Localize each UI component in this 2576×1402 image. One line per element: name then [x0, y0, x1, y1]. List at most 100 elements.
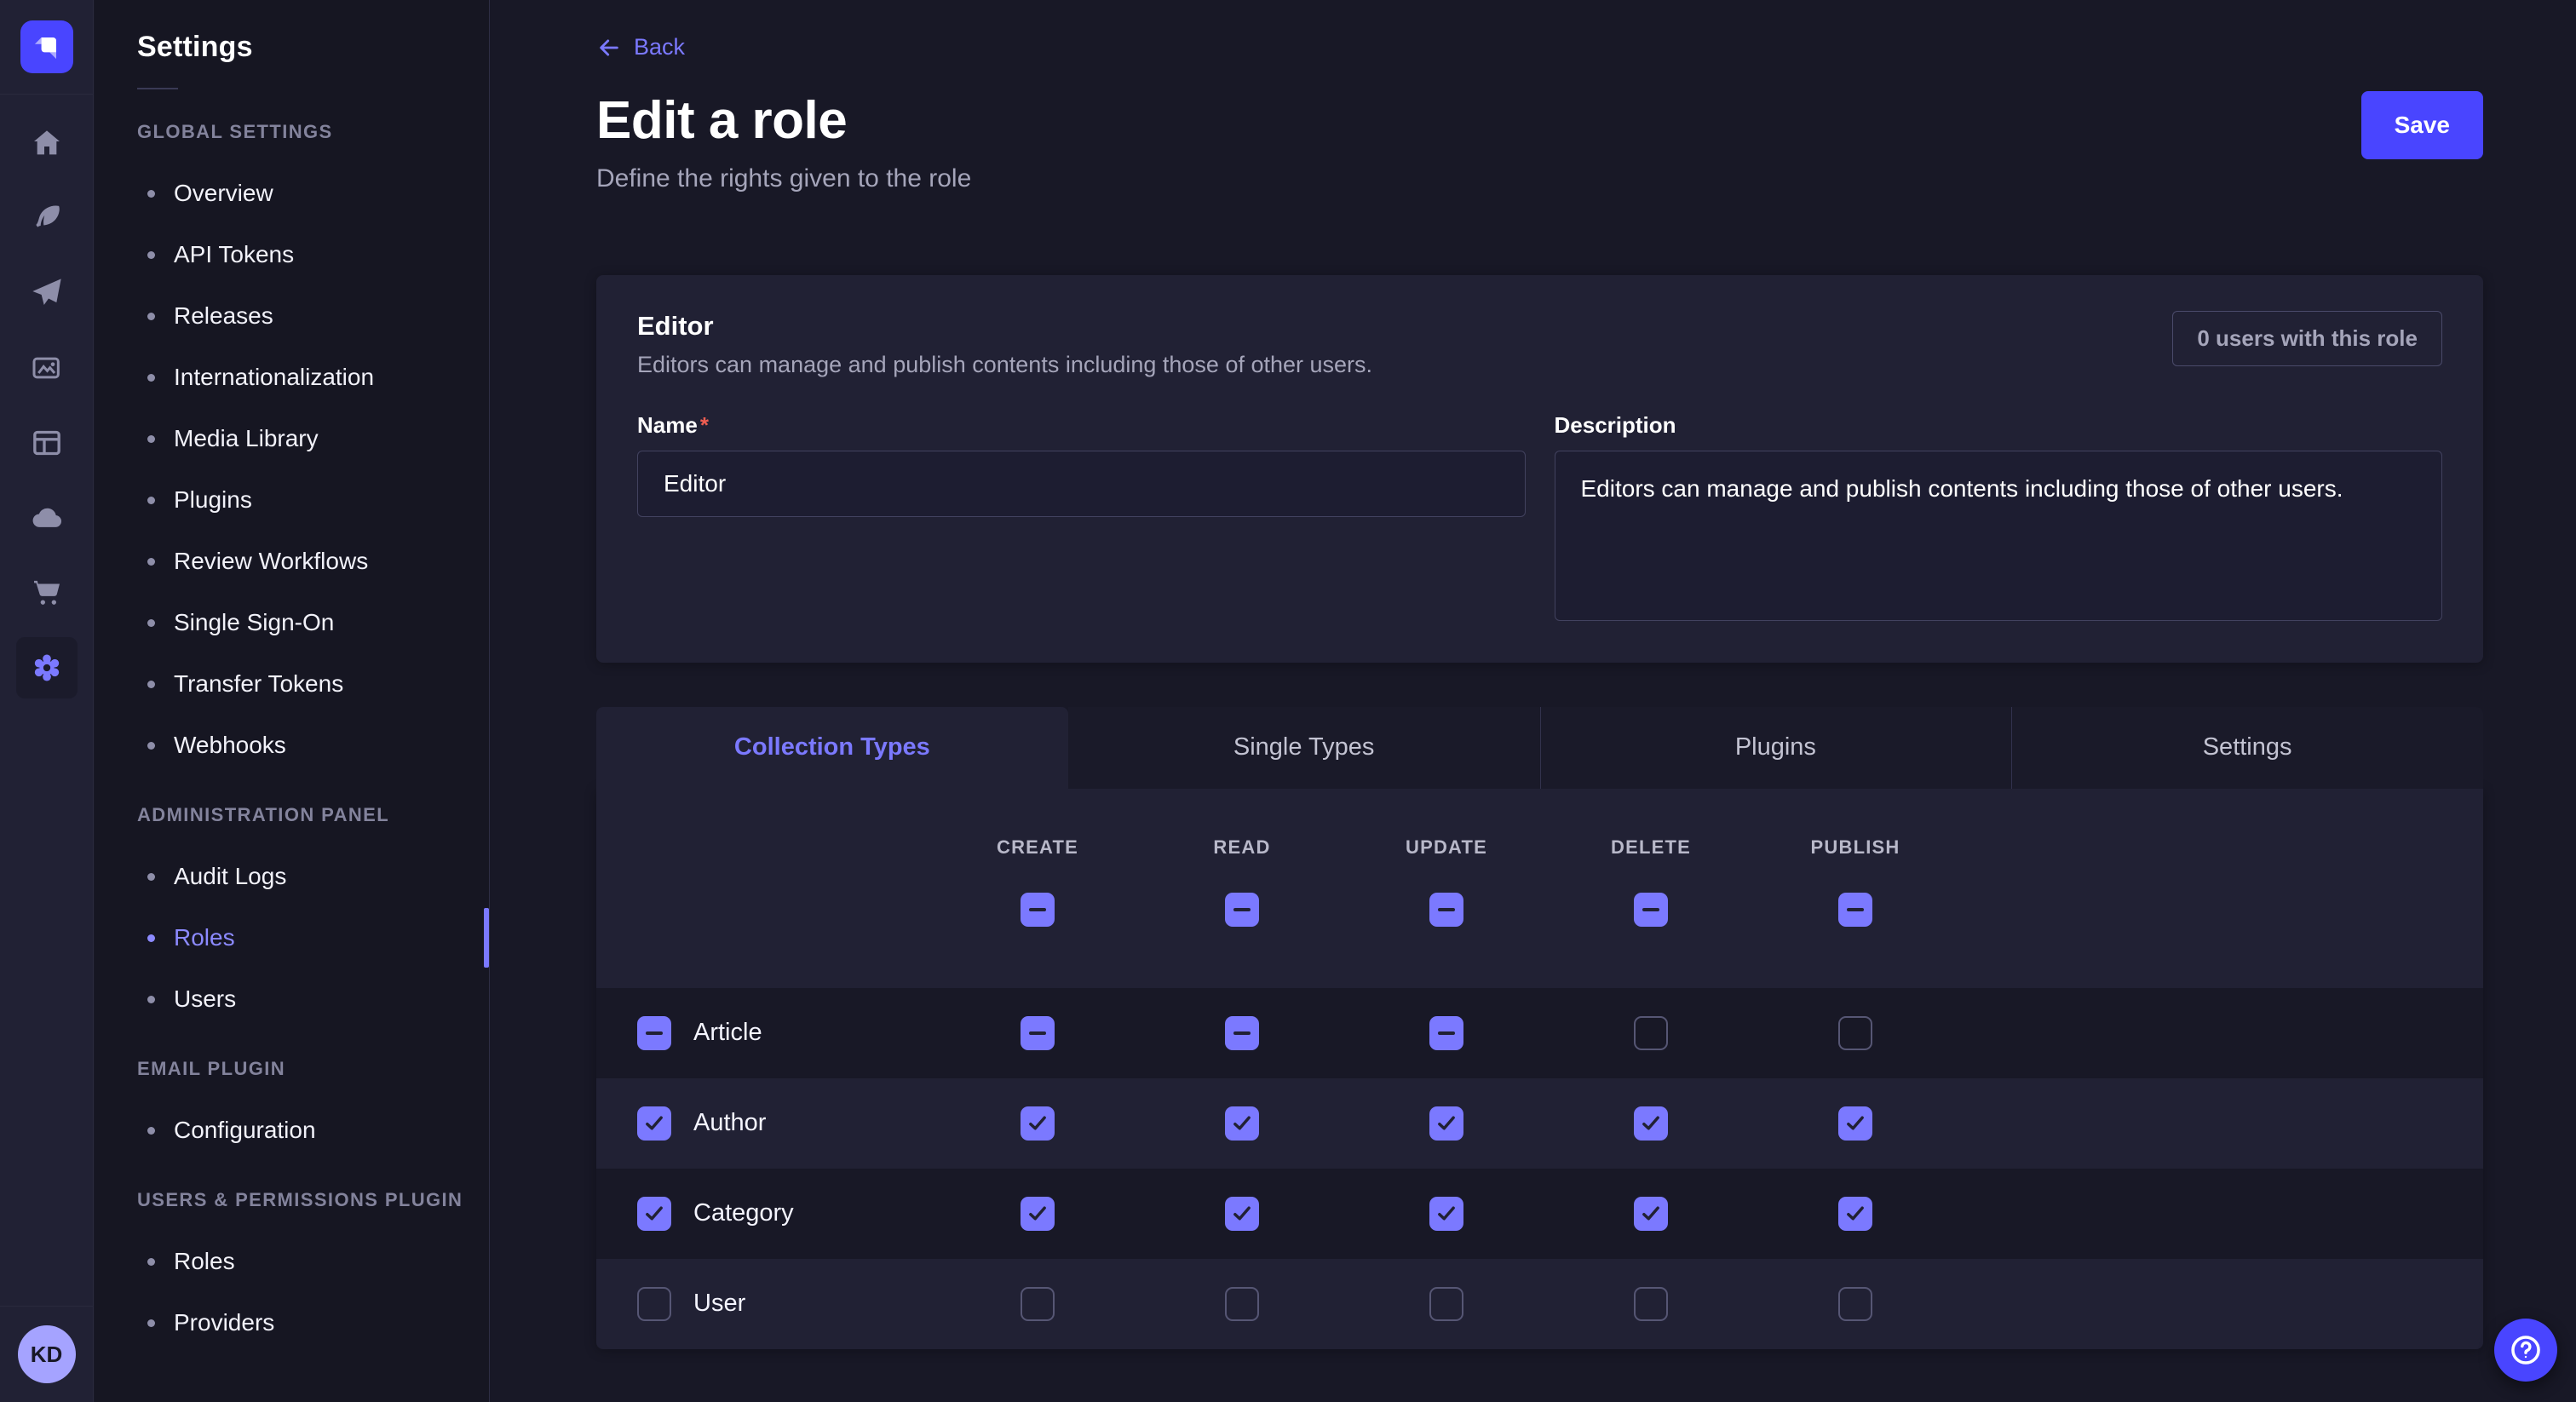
sidebar-item-label: Review Workflows	[174, 548, 368, 575]
sidebar-item-configuration[interactable]: Configuration	[95, 1100, 489, 1161]
author-create-checkbox-checked[interactable]	[1021, 1106, 1055, 1141]
sidebar-item-roles[interactable]: Roles	[95, 1231, 489, 1292]
author-row-checkbox-checked[interactable]	[637, 1106, 671, 1141]
user-publish-checkbox-unchecked[interactable]	[1838, 1287, 1872, 1321]
category-row-checkbox-checked[interactable]	[637, 1197, 671, 1231]
author-update-checkbox-checked[interactable]	[1429, 1106, 1463, 1141]
user-read-checkbox-unchecked[interactable]	[1225, 1287, 1259, 1321]
sidebar-item-overview[interactable]: Overview	[95, 163, 489, 224]
page-title: Edit a role	[596, 90, 2483, 151]
select-all-read-checkbox-indeterminate[interactable]	[1225, 893, 1259, 927]
permissions-section: Collection TypesSingle TypesPluginsSetti…	[596, 707, 2483, 1349]
category-delete-checkbox-checked[interactable]	[1634, 1197, 1668, 1231]
sidebar-item-transfer-tokens[interactable]: Transfer Tokens	[95, 653, 489, 715]
bullet-dot-icon	[147, 313, 155, 320]
sidebar-item-single-sign-on[interactable]: Single Sign-On	[95, 592, 489, 653]
back-link[interactable]: Back	[596, 34, 685, 60]
help-button[interactable]	[2494, 1319, 2557, 1382]
avatar[interactable]: KD	[18, 1325, 76, 1383]
subnav-title: Settings	[95, 0, 489, 64]
sidebar-item-label: Plugins	[174, 486, 252, 514]
permission-row-author: Author	[596, 1078, 2483, 1169]
sidebar-item-roles[interactable]: Roles	[95, 907, 489, 968]
sidebar-item-label: API Tokens	[174, 241, 294, 268]
user-delete-checkbox-unchecked[interactable]	[1634, 1287, 1668, 1321]
sidebar-item-label: Internationalization	[174, 364, 374, 391]
select-all-publish-checkbox-indeterminate[interactable]	[1838, 893, 1872, 927]
rail-item-cart[interactable]	[9, 555, 84, 630]
category-publish-checkbox-checked[interactable]	[1838, 1197, 1872, 1231]
sidebar-item-label: Single Sign-On	[174, 609, 334, 636]
subnav-section-header: EMAIL PLUGIN	[95, 1038, 489, 1100]
home-icon	[16, 112, 78, 174]
indeterminate-dash-icon	[646, 1031, 663, 1035]
rail-item-paper-plane[interactable]	[9, 256, 84, 330]
category-read-checkbox-checked[interactable]	[1225, 1197, 1259, 1231]
main-content: Back Edit a role Define the rights given…	[491, 0, 2576, 1402]
user-row-checkbox-unchecked[interactable]	[637, 1287, 671, 1321]
sidebar-item-webhooks[interactable]: Webhooks	[95, 715, 489, 776]
active-item-indicator	[484, 908, 489, 968]
sidebar-item-review-workflows[interactable]: Review Workflows	[95, 531, 489, 592]
sidebar-item-internationalization[interactable]: Internationalization	[95, 347, 489, 408]
tab-plugins[interactable]: Plugins	[1540, 707, 2012, 789]
name-input[interactable]	[637, 451, 1526, 517]
sidebar-item-providers[interactable]: Providers	[95, 1292, 489, 1353]
bullet-dot-icon	[147, 1319, 155, 1327]
indeterminate-dash-icon	[1233, 908, 1251, 911]
subnav-divider	[137, 88, 178, 89]
article-delete-checkbox-unchecked[interactable]	[1634, 1016, 1668, 1050]
author-delete-checkbox-checked[interactable]	[1634, 1106, 1668, 1141]
select-all-update-checkbox-indeterminate[interactable]	[1429, 893, 1463, 927]
tab-single-types[interactable]: Single Types	[1068, 707, 1540, 789]
user-create-checkbox-unchecked[interactable]	[1021, 1287, 1055, 1321]
description-field-label: Description	[1555, 412, 1676, 438]
rail-item-media-library[interactable]	[9, 330, 84, 405]
sidebar-item-label: Transfer Tokens	[174, 670, 343, 698]
question-icon	[2508, 1332, 2544, 1368]
sidebar-item-media-library[interactable]: Media Library	[95, 408, 489, 469]
article-publish-checkbox-unchecked[interactable]	[1838, 1016, 1872, 1050]
bullet-dot-icon	[147, 1258, 155, 1266]
permission-row-category: Category	[596, 1169, 2483, 1259]
content-type-label: Article	[693, 1019, 762, 1047]
author-publish-checkbox-checked[interactable]	[1838, 1106, 1872, 1141]
select-all-create-checkbox-indeterminate[interactable]	[1021, 893, 1055, 927]
select-all-delete-checkbox-indeterminate[interactable]	[1634, 893, 1668, 927]
tab-settings[interactable]: Settings	[2011, 707, 2483, 789]
sidebar-item-api-tokens[interactable]: API Tokens	[95, 224, 489, 285]
user-update-checkbox-unchecked[interactable]	[1429, 1287, 1463, 1321]
strapi-logo-icon[interactable]	[20, 20, 73, 73]
feather-icon	[16, 187, 78, 249]
bullet-dot-icon	[147, 251, 155, 259]
indeterminate-dash-icon	[1847, 908, 1864, 911]
sidebar-item-plugins[interactable]: Plugins	[95, 469, 489, 531]
rail-item-home[interactable]	[9, 106, 84, 181]
role-name-heading: Editor	[637, 311, 1372, 342]
article-read-checkbox-indeterminate[interactable]	[1225, 1016, 1259, 1050]
category-update-checkbox-checked[interactable]	[1429, 1197, 1463, 1231]
article-create-checkbox-indeterminate[interactable]	[1021, 1016, 1055, 1050]
author-read-checkbox-checked[interactable]	[1225, 1106, 1259, 1141]
description-textarea[interactable]: Editors can manage and publish contents …	[1555, 451, 2443, 621]
article-row-checkbox-indeterminate[interactable]	[637, 1016, 671, 1050]
bullet-dot-icon	[147, 996, 155, 1003]
rail-item-layout[interactable]	[9, 405, 84, 480]
article-update-checkbox-indeterminate[interactable]	[1429, 1016, 1463, 1050]
bullet-dot-icon	[147, 1127, 155, 1135]
cart-icon	[16, 562, 78, 623]
sidebar-item-label: Webhooks	[174, 732, 286, 759]
sidebar-item-releases[interactable]: Releases	[95, 285, 489, 347]
save-button[interactable]: Save	[2361, 91, 2483, 159]
rail-item-settings-gear[interactable]	[9, 630, 84, 705]
content-type-label: Category	[693, 1199, 794, 1227]
rail-item-feather[interactable]	[9, 181, 84, 256]
users-with-role-badge[interactable]: 0 users with this role	[2172, 311, 2442, 366]
sidebar-item-users[interactable]: Users	[95, 968, 489, 1030]
rail-item-cloud[interactable]	[9, 480, 84, 555]
category-create-checkbox-checked[interactable]	[1021, 1197, 1055, 1231]
sidebar-item-audit-logs[interactable]: Audit Logs	[95, 846, 489, 907]
tab-collection-types[interactable]: Collection Types	[596, 707, 1068, 789]
main-nav-rail: KD	[0, 0, 94, 1402]
sidebar-item-label: Configuration	[174, 1117, 316, 1144]
